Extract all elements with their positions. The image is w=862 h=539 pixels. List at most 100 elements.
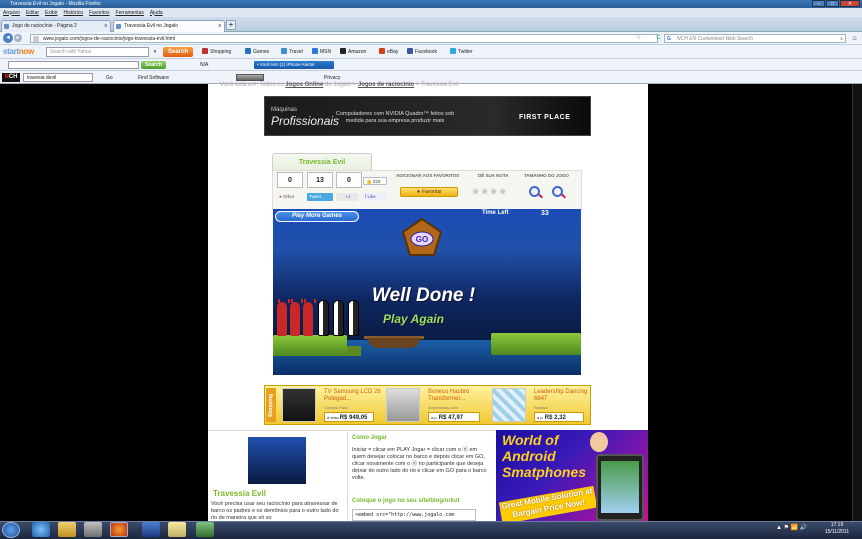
toolbar-link-msn[interactable]: MSN [312,48,331,56]
plusone-button[interactable]: +1 [336,193,358,201]
menu-favoritos[interactable]: Favoritos [89,10,110,16]
close-button[interactable]: ✕ [840,0,860,7]
game-devil-1[interactable] [277,299,290,336]
game-priest-3[interactable] [348,300,359,336]
reload-icon[interactable]: C [654,34,663,43]
tab-favicon [4,24,9,29]
firefox-icon[interactable] [110,522,128,537]
play-again-button[interactable]: Play Again [383,312,444,326]
yahoo-search-button[interactable]: Search [163,47,193,57]
toolbar-link-twitter[interactable]: Twitter [450,48,473,56]
explorer-icon[interactable] [58,522,76,537]
toolbar-link-shopping[interactable]: Shopping [202,48,231,56]
app-icon[interactable] [196,522,214,537]
minimize-button[interactable]: – [812,0,825,7]
chevron-down-icon[interactable]: ▾ [150,48,160,56]
nch-go-button[interactable]: Go [106,74,113,82]
game-info-title: Travessia Evil [213,489,266,498]
clock[interactable]: 17:19 15/11/2011 [822,522,852,536]
rating-star-2-icon[interactable]: ★ [481,187,488,196]
tab-close-icon[interactable]: x [105,21,108,32]
menu-ajuda[interactable]: Ajuda [150,10,163,16]
zoom-in-icon[interactable] [529,186,540,197]
game-thumbnail[interactable] [248,437,306,484]
game-priest-1[interactable] [318,300,329,336]
product-price-boneco[interactable]: a p. R$ 47,97 [428,412,480,422]
url-bar[interactable]: www.jogalo.com/jogos-de-raciocinio/jogo-… [30,34,658,43]
nch-search-input[interactable]: travesia devil [23,73,93,82]
media-icon[interactable] [84,522,102,537]
product-price-tv[interactable]: à vista R$ 949,05 [324,412,374,422]
toolbar-link-facebook[interactable]: Facebook [407,48,437,56]
home-icon[interactable]: ⌂ [850,34,859,43]
privacy-button[interactable]: Privacy [324,74,340,82]
iphone-alert-button[interactable]: • Você tem (1) iPhone Alerta! [254,61,334,69]
favoritar-button[interactable]: ★ Favoritar [400,187,458,197]
product-store-dancing: Saraiva [534,405,548,410]
toolbar-link-amazon[interactable]: Amazon [340,48,366,56]
toolbar-search-button[interactable]: Search [141,61,166,69]
product-title-tv[interactable]: TV Samsung LCD 26 Polegad... [324,389,384,403]
toolbar-search-input[interactable] [8,61,139,69]
back-button[interactable]: ◄ [3,33,13,43]
toolbar-link-travel[interactable]: Travel [281,48,303,56]
menu-ferramentas[interactable]: Ferramentas [116,10,144,16]
tweet-button[interactable]: Tweet [307,193,333,201]
search-icon[interactable]: ⌕ [840,35,843,43]
tab-jogo-raciocinio[interactable]: Jogo de raciocínio - Página 2 x [1,20,111,32]
favoritar-label: Favoritar [422,189,442,195]
yahoo-search-input[interactable]: Search with Yahoo [46,47,149,57]
game-priest-2[interactable] [333,300,344,336]
volume-slider[interactable] [236,74,264,81]
menu-exibir[interactable]: Exibir [45,10,58,16]
game-title-tab: Travessia Evil [272,153,372,170]
fb-like-button[interactable]: f Like [363,193,387,201]
bookmark-star-icon[interactable]: ☆ [636,34,641,41]
embed-code-field[interactable]: <embed src="http://www.jogalo.com [352,509,476,521]
android-ad-headline: World of Android Smatphones [502,432,586,480]
go-button[interactable]: GO [402,218,442,256]
save-icon[interactable] [142,522,160,537]
product-title-boneco[interactable]: Boneco Hasbro Transformer... [428,389,488,403]
site-identity-icon[interactable] [33,36,39,42]
ie-icon[interactable] [32,522,50,537]
breadcrumb-link-raciocinio[interactable]: Jogos de raciocínio [358,82,414,88]
toolbar-link-ebay[interactable]: eBay [379,48,398,56]
folder-icon[interactable] [168,522,186,537]
tab-travessia-evil[interactable]: Travessia Evil no Jogalo x [113,20,225,32]
menu-historico[interactable]: Histórico [64,10,83,16]
rating-star-3-icon[interactable]: ★ [490,187,497,196]
toolbar-link-games[interactable]: Games [245,48,269,56]
forward-button[interactable]: ► [14,34,22,42]
product-price-dancing[interactable]: a p. R$ 2,32 [534,412,584,422]
product-image-dancing[interactable] [492,388,526,422]
maximize-button[interactable]: □ [826,0,839,7]
game-devil-3[interactable] [303,299,316,336]
android-ad-l1: World of [502,432,559,448]
play-more-games-button[interactable]: Play More Games [275,211,359,222]
ad-banner-first-place[interactable]: Máquinas Profissionais Computadores com … [264,96,591,136]
find-software-button[interactable]: Find Software [138,74,169,82]
fb-count-value: 223 [372,179,381,184]
system-tray[interactable]: ▲ ⚑ 📶 🔊 [776,524,807,531]
product-image-boneco[interactable] [386,388,420,422]
web-search-input[interactable]: G NCH EN Customized Web Search ⌕ [664,34,846,43]
toolbar-link-label: Twitter [458,49,473,55]
menu-arquivo[interactable]: Arquivo [3,10,20,16]
rating-star-1-icon[interactable]: ★ [472,187,479,196]
vertical-scrollbar[interactable] [852,84,862,521]
zoom-out-icon[interactable] [552,186,563,197]
start-button[interactable] [2,522,20,538]
menu-editar[interactable]: Editar [26,10,39,16]
search-engine-icon[interactable]: G [667,35,671,43]
tab-close-icon[interactable]: x [219,21,222,32]
new-tab-button[interactable]: + [226,20,236,30]
breadcrumb-link-jogos-online[interactable]: Jogos Online [285,82,323,88]
orkut-button[interactable]: ● Orkut [277,193,303,201]
android-ad-l2: Android [502,448,556,464]
game-boat[interactable] [368,338,420,348]
product-title-dancing[interactable]: Leadership Dancing 6647 [534,389,594,403]
product-image-tv[interactable] [282,388,316,422]
game-devil-2[interactable] [290,299,303,336]
rating-star-4-icon[interactable]: ★ [499,187,506,196]
